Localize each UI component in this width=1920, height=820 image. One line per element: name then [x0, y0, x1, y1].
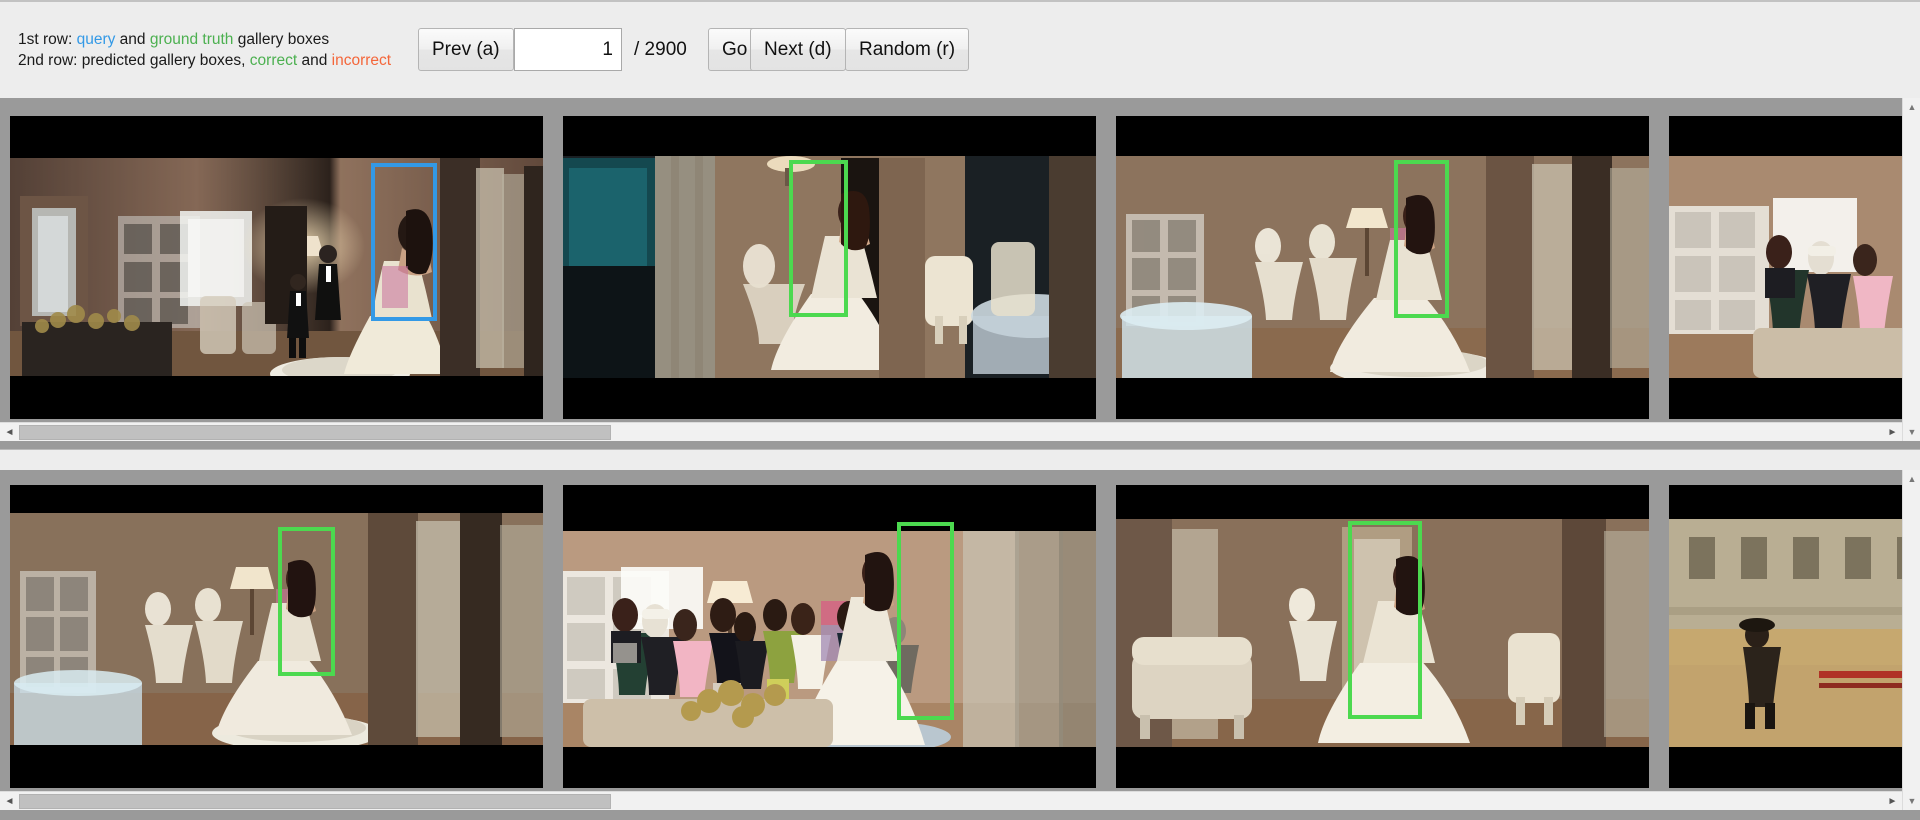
row2-image-strip — [0, 485, 1902, 810]
query-and-ground-truth-row: ◄ ► ▲ ▼ — [0, 98, 1920, 450]
toolbar: 1st row: query and ground truth gallery … — [0, 0, 1920, 98]
scroll-down-arrow-icon[interactable]: ▼ — [1903, 792, 1920, 810]
row-divider — [0, 449, 1920, 450]
query-image[interactable] — [10, 116, 543, 419]
scroll-up-arrow-icon[interactable]: ▲ — [1903, 470, 1920, 488]
predicted-image[interactable] — [563, 485, 1096, 788]
scroll-down-arrow-icon[interactable]: ▼ — [1903, 423, 1920, 441]
row1-image-strip — [0, 116, 1902, 441]
legend-line-1: 1st row: query and ground truth gallery … — [18, 29, 391, 50]
page-total-label: / 2900 — [634, 39, 687, 60]
predicted-row: ◄ ► ▲ ▼ — [0, 470, 1920, 820]
random-button[interactable]: Random (r) — [845, 28, 970, 71]
gallery-image[interactable] — [563, 116, 1096, 419]
legend-line-2: 2nd row: predicted gallery boxes, correc… — [18, 50, 391, 71]
legend-ground-truth-text: ground truth — [149, 31, 234, 48]
predicted-image[interactable] — [1116, 485, 1649, 788]
legend-correct-text: correct — [249, 52, 298, 69]
row1-horizontal-scrollbar[interactable]: ◄ ► — [0, 422, 1902, 441]
legend-incorrect-text: incorrect — [331, 52, 392, 69]
scroll-left-arrow-icon[interactable]: ◄ — [0, 423, 19, 442]
legend-row1-suffix: gallery boxes — [233, 31, 330, 48]
page-number-input[interactable] — [514, 28, 622, 71]
gallery-image[interactable] — [1669, 116, 1902, 419]
row1-vertical-scrollbar[interactable]: ▲ ▼ — [1902, 98, 1920, 441]
legend: 1st row: query and ground truth gallery … — [18, 29, 391, 71]
scroll-left-arrow-icon[interactable]: ◄ — [0, 792, 19, 811]
legend-row1-mid: and — [115, 31, 150, 48]
predicted-image[interactable] — [1669, 485, 1902, 788]
scroll-up-arrow-icon[interactable]: ▲ — [1903, 98, 1920, 116]
row2-vertical-scrollbar[interactable]: ▲ ▼ — [1902, 470, 1920, 810]
scroll-right-arrow-icon[interactable]: ► — [1883, 423, 1902, 442]
row2-scrollbar-thumb[interactable] — [19, 794, 611, 809]
legend-query-text: query — [76, 31, 116, 48]
scroll-right-arrow-icon[interactable]: ► — [1883, 792, 1902, 811]
predicted-image[interactable] — [10, 485, 543, 788]
gallery-image[interactable] — [1116, 116, 1649, 419]
legend-row2-prefix: 2nd row: predicted gallery boxes, — [18, 52, 250, 69]
prev-button[interactable]: Prev (a) — [418, 28, 514, 71]
row1-scrollbar-thumb[interactable] — [19, 425, 611, 440]
row2-horizontal-scrollbar[interactable]: ◄ ► — [0, 791, 1902, 810]
next-button[interactable]: Next (d) — [750, 28, 846, 71]
legend-row1-prefix: 1st row: — [18, 31, 77, 48]
legend-row2-mid: and — [297, 52, 332, 69]
